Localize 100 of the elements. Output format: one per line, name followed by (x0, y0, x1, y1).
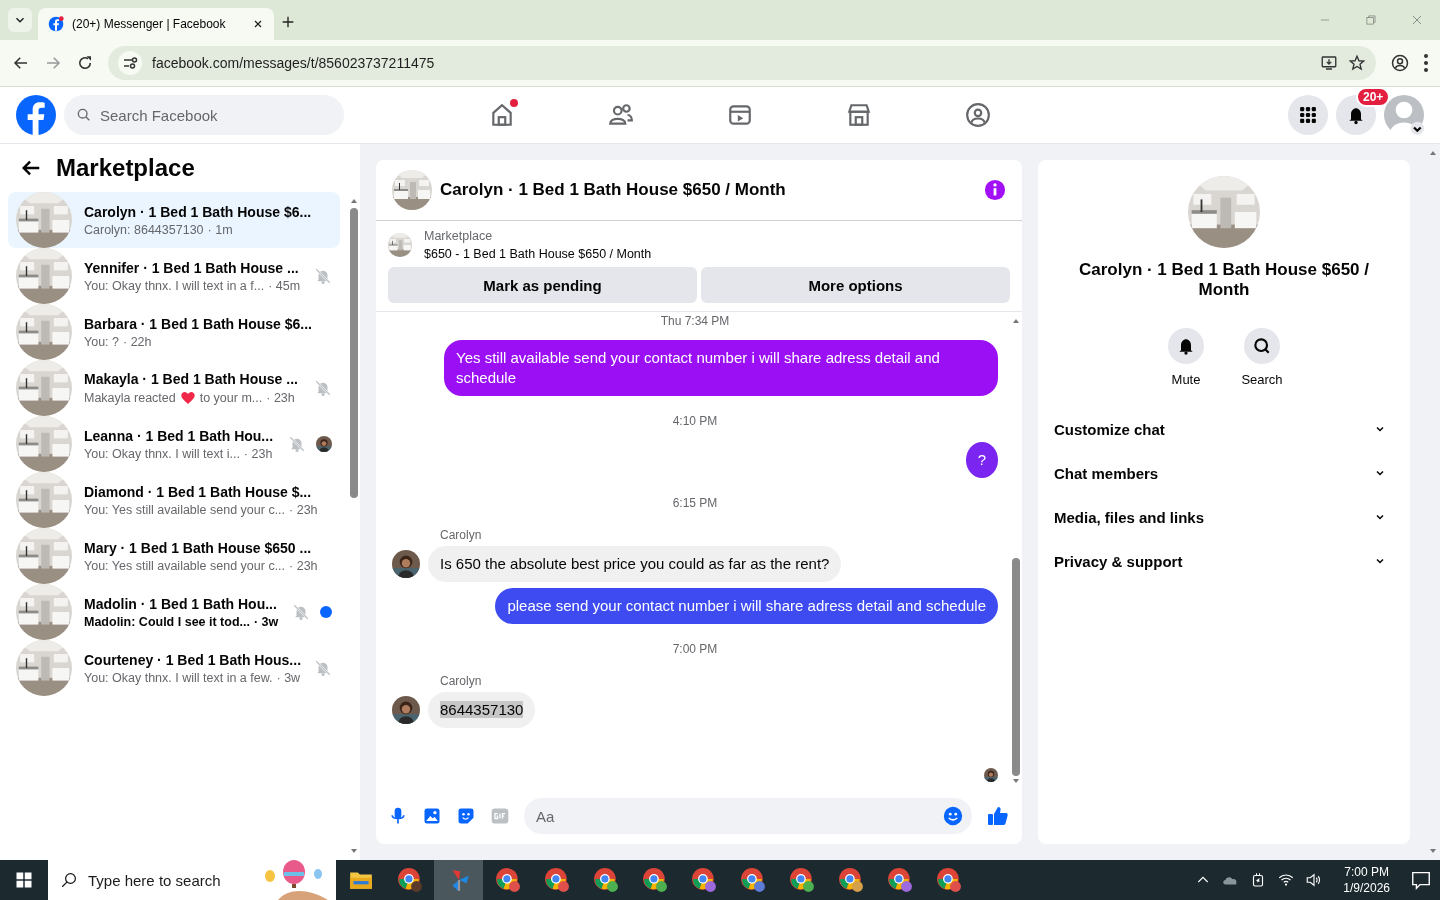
mute-button[interactable] (1168, 328, 1204, 364)
conversation-title: Makayla · 1 Bed 1 Bath House ... (84, 370, 299, 387)
timestamp: 6:15 PM (672, 496, 718, 510)
profile-icon (1390, 53, 1410, 73)
timestamp: Thu 7:34 PM (660, 314, 730, 328)
facebook-logo-icon[interactable] (16, 95, 56, 135)
message-time: · 1m (207, 222, 233, 237)
browser-icon[interactable] (396, 867, 423, 893)
message-preview: You: Okay thnx. I will text in a f... (84, 278, 265, 293)
search-button[interactable] (1244, 328, 1280, 364)
notification-badge: 20+ (1356, 87, 1391, 107)
browser-icon[interactable] (739, 867, 766, 893)
plus-icon (280, 14, 296, 30)
forward-arrow-icon (44, 54, 62, 72)
conversation-title: Yennifer · 1 Bed 1 Bath House ... (84, 259, 300, 276)
menu-button[interactable] (1424, 54, 1428, 72)
conversation-item[interactable]: Barbara · 1 Bed 1 Bath House $6... You: ? · 22h (8, 304, 340, 360)
people-icon[interactable] (607, 102, 634, 128)
conversation-item[interactable]: Makayla · 1 Bed 1 Bath House ... Makayla reacted to your m... · 23h (8, 360, 340, 416)
sticker-icon (456, 806, 476, 826)
browser-icon[interactable] (494, 867, 521, 893)
muted-bell-icon (292, 603, 310, 621)
browser-icon[interactable] (788, 867, 815, 893)
address-bar[interactable]: facebook.com/messages/t/856023737211475 (108, 46, 1376, 80)
forward-button[interactable] (44, 54, 62, 72)
action-label: Search (1241, 372, 1283, 387)
chat-title: Carolyn · 1 Bed 1 Bath House $650 / Month (440, 180, 787, 200)
profile-button[interactable] (1390, 53, 1410, 73)
thumbs-up-icon (986, 804, 1010, 828)
conversation-item[interactable]: Mary · 1 Bed 1 Bath House $650 ... You: Yes still available send your c... · 23h (8, 528, 340, 584)
conversation-item[interactable]: Carolyn · 1 Bed 1 Bath House $6... Carolyn: 8644357130 · 1m (8, 192, 340, 248)
photo-button[interactable] (422, 806, 442, 826)
heart-icon (179, 389, 196, 406)
new-tab-button[interactable] (280, 14, 296, 30)
gif-icon (490, 806, 510, 826)
browser-icon[interactable] (690, 867, 717, 893)
sent-message: ? (965, 442, 998, 478)
account-button[interactable] (1384, 95, 1424, 135)
browser-icon[interactable] (592, 867, 619, 893)
reload-icon (76, 54, 94, 72)
video-icon[interactable] (726, 102, 753, 128)
conversation-item[interactable]: Leanna · 1 Bed 1 Bath Hou... You: Okay thnx. I will text i... · 23h (8, 416, 340, 472)
listing-title: $650 - 1 Bed 1 Bath House $650 / Month (424, 247, 652, 261)
tab-title: (20+) Messenger | Facebook (72, 17, 227, 31)
action-label: Mute (1171, 372, 1201, 387)
clock[interactable]: 7:00 PM 1/9/2026 (1343, 864, 1390, 896)
search-field[interactable]: Search Facebook (64, 95, 344, 135)
tab-list-button[interactable] (8, 8, 32, 32)
received-message: 8644357130 (428, 692, 536, 728)
listing-action-button[interactable]: Mark as pending (388, 267, 697, 303)
conversation-item[interactable]: Madolin · 1 Bed 1 Bath Hou... Madolin: Could I see it tod... · 3w (8, 584, 340, 640)
windows-icon (15, 871, 33, 889)
menu-button[interactable] (1288, 95, 1328, 135)
conversation-title: Carolyn · 1 Bed 1 Bath House $6... (84, 203, 313, 220)
listing-action-button[interactable]: More options (701, 267, 1010, 303)
conversation-item[interactable]: Diamond · 1 Bed 1 Bath House $... You: Yes still available send your c... · 23h (8, 472, 340, 528)
conversation-item[interactable]: Yennifer · 1 Bed 1 Bath House ... You: Okay thnx. I will text in a f... · 45m (8, 248, 340, 304)
chat-title: Carolyn · 1 Bed 1 Bath House $650 / Month (1077, 260, 1370, 300)
search-icon (1252, 336, 1272, 356)
store-icon[interactable] (845, 102, 872, 128)
conversation-title: Leanna · 1 Bed 1 Bath Hou... (84, 427, 275, 444)
notifications-button[interactable] (1410, 869, 1432, 891)
reload-button[interactable] (76, 54, 94, 72)
browser-icon[interactable] (837, 867, 864, 893)
conversation-title: Madolin · 1 Bed 1 Bath Hou... (84, 595, 278, 612)
restore-icon (1364, 13, 1378, 27)
install-icon[interactable] (1320, 54, 1338, 72)
message-preview: You: Yes still available send your c... (84, 558, 286, 573)
star-icon[interactable] (1348, 54, 1366, 72)
like-button[interactable] (986, 804, 1010, 828)
groups-icon[interactable] (964, 102, 991, 128)
section-header[interactable]: Chat members (1054, 451, 1394, 495)
browser-icon[interactable] (935, 867, 962, 893)
message-preview: You: ? (84, 334, 119, 349)
search-icon (60, 871, 78, 889)
chat-bubble-icon (1410, 869, 1432, 891)
browser-icon[interactable] (641, 867, 668, 893)
message-field[interactable]: Aa (524, 798, 972, 834)
close-icon (252, 18, 264, 30)
section-header[interactable]: Customize chat (1054, 407, 1394, 451)
grid-menu-icon (1298, 105, 1318, 125)
message-preview: Madolin: Could I see it tod... (84, 614, 250, 629)
browser-icon[interactable] (886, 867, 913, 893)
browser-tab[interactable]: (20+) Messenger | Facebook (38, 8, 274, 40)
muted-bell-icon (314, 659, 332, 677)
browser-icon[interactable] (543, 867, 570, 893)
back-button[interactable] (12, 54, 30, 72)
emoji-icon[interactable] (942, 805, 964, 827)
info-button[interactable] (984, 179, 1006, 201)
sticker-button[interactable] (456, 806, 476, 826)
url-text: facebook.com/messages/t/856023737211475 (152, 55, 436, 71)
site-settings-icon[interactable] (118, 51, 142, 75)
section-header[interactable]: Privacy & support (1054, 539, 1394, 583)
close-tab-button[interactable] (252, 18, 264, 30)
microphone-icon (388, 806, 408, 826)
message-time: · 45m (268, 278, 301, 293)
voice-button[interactable] (388, 806, 408, 826)
conversation-item[interactable]: Courteney · 1 Bed 1 Bath Hous... You: Okay thnx. I will text in a few. · 3w (8, 640, 340, 696)
message-preview: You: Yes still available send your c... (84, 502, 286, 517)
section-header[interactable]: Media, files and links (1054, 495, 1394, 539)
